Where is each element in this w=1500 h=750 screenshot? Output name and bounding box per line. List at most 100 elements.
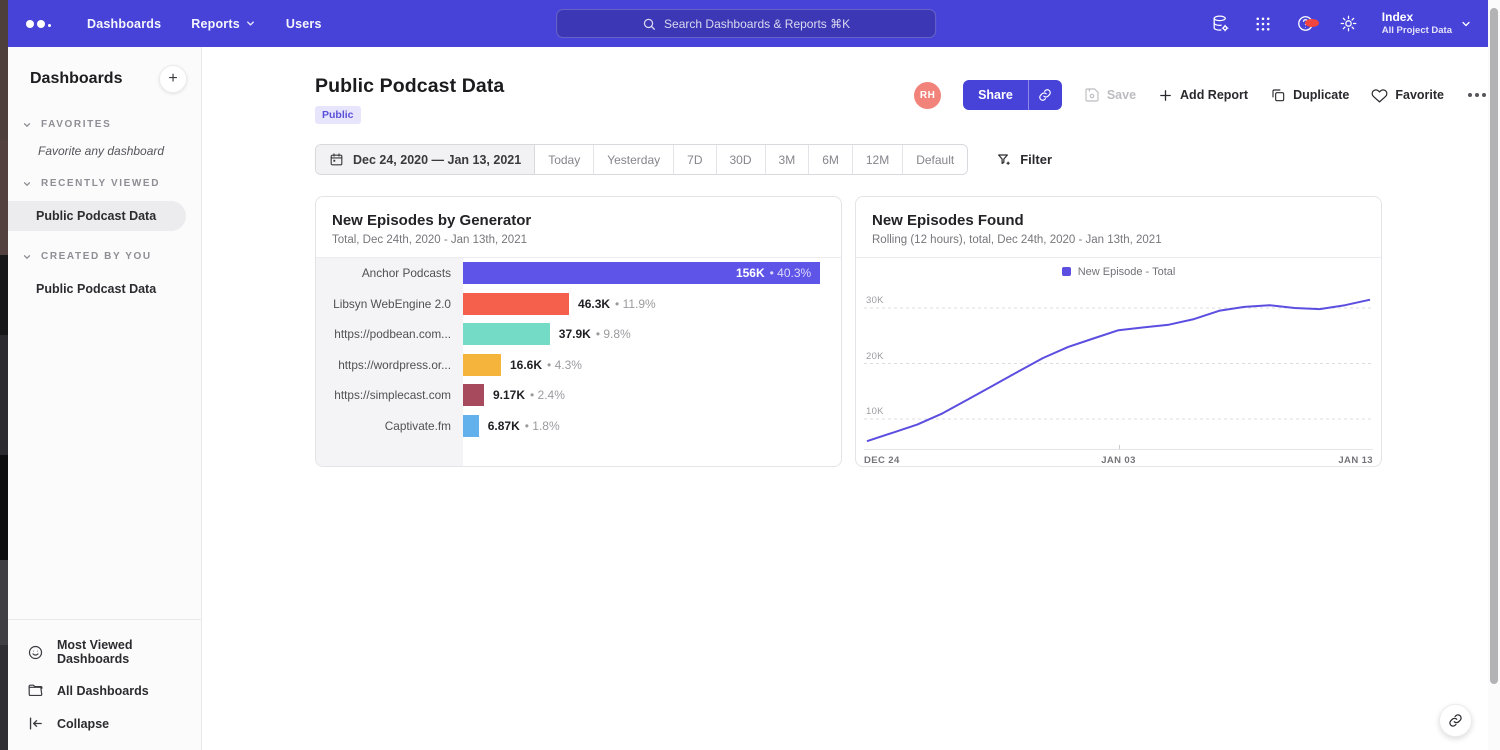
filter-button[interactable]: Filter	[996, 152, 1052, 168]
date-preset-today[interactable]: Today	[535, 145, 594, 174]
section-recently-viewed-toggle[interactable]: RECENTLY VIEWED	[8, 178, 201, 189]
bar-row: 46.3K• 11.9%	[463, 289, 841, 320]
avatar[interactable]: RH	[914, 82, 941, 109]
date-preset-default[interactable]: Default	[903, 145, 967, 174]
bar-segment[interactable]	[463, 354, 501, 376]
help-icon[interactable]	[1296, 14, 1315, 33]
section-favorites-toggle[interactable]: FAVORITES	[8, 119, 201, 130]
line-chart-title: New Episodes Found	[872, 212, 1365, 229]
save-icon	[1084, 87, 1100, 103]
bar-segment[interactable]	[463, 293, 569, 315]
duplicate-icon	[1270, 87, 1286, 103]
date-range-value: Dec 24, 2020 — Jan 13, 2021	[353, 153, 521, 167]
date-range-control: Dec 24, 2020 — Jan 13, 2021 TodayYesterd…	[315, 144, 968, 175]
date-preset-7d[interactable]: 7D	[674, 145, 716, 174]
nav-dashboards-label: Dashboards	[87, 17, 161, 31]
most-viewed-dashboards-label: Most Viewed Dashboards	[57, 638, 201, 666]
most-viewed-dashboards-button[interactable]: Most Viewed Dashboards	[8, 630, 201, 674]
bar-row: 9.17K• 2.4%	[463, 380, 841, 411]
scrollbar-thumb[interactable]	[1490, 8, 1498, 684]
search-icon	[642, 17, 656, 31]
bar-value-label: 156K• 40.3%	[736, 262, 811, 284]
project-name: Index	[1382, 10, 1452, 25]
bar-segment[interactable]	[463, 415, 479, 437]
bar-row: 156K• 40.3%	[463, 258, 841, 289]
add-report-button[interactable]: Add Report	[1158, 88, 1248, 103]
floating-link-button[interactable]	[1439, 704, 1472, 737]
date-preset-12m[interactable]: 12M	[853, 145, 903, 174]
bar-segment[interactable]	[463, 384, 484, 406]
settings-gear-icon[interactable]	[1339, 14, 1358, 33]
sidebar-item-public-podcast-data[interactable]: Public Podcast Data	[8, 274, 186, 304]
search-input[interactable]: Search Dashboards & Reports ⌘K	[556, 9, 936, 38]
duplicate-button[interactable]: Duplicate	[1270, 87, 1349, 103]
bar-segment[interactable]	[463, 323, 550, 345]
calendar-icon	[329, 152, 344, 167]
bar-category-label: Anchor Podcasts	[316, 258, 463, 289]
section-recently-viewed: RECENTLY VIEWED Public Podcast Data	[8, 178, 201, 231]
y-axis-label: 20K	[866, 351, 884, 362]
filter-label: Filter	[1020, 152, 1052, 167]
nav-users[interactable]: Users	[286, 17, 322, 31]
bar-chart-card: New Episodes by Generator Total, Dec 24t…	[315, 196, 842, 467]
save-label: Save	[1107, 88, 1136, 102]
copy-link-button[interactable]	[1028, 80, 1062, 110]
bar-category-label: Libsyn WebEngine 2.0	[316, 289, 463, 320]
bar-value-label: 37.9K• 9.8%	[559, 327, 631, 341]
bar-segment[interactable]: 156K• 40.3%	[463, 262, 820, 284]
share-button[interactable]: Share	[963, 80, 1062, 110]
data-management-icon[interactable]	[1211, 14, 1230, 33]
y-axis-label: 10K	[866, 406, 884, 417]
link-icon	[1448, 713, 1463, 728]
section-recently-viewed-label: RECENTLY VIEWED	[41, 178, 160, 189]
chevron-down-icon	[245, 18, 256, 29]
x-tick-jan03: JAN 03	[1101, 455, 1136, 466]
project-switcher[interactable]: Index All Project Data	[1382, 10, 1472, 37]
save-button[interactable]: Save	[1084, 87, 1136, 103]
apps-grid-icon[interactable]	[1254, 15, 1272, 33]
favorites-empty-text: Favorite any dashboard	[8, 130, 201, 158]
project-subtitle: All Project Data	[1382, 25, 1452, 37]
strip-block	[0, 0, 8, 140]
date-preset-30d[interactable]: 30D	[717, 145, 766, 174]
nav-users-label: Users	[286, 17, 322, 31]
smiley-icon	[27, 644, 44, 661]
section-created-by-you-toggle[interactable]: CREATED BY YOU	[8, 251, 201, 262]
mixpanel-logo[interactable]	[20, 20, 57, 28]
more-actions-button[interactable]	[1466, 89, 1488, 101]
favorite-button[interactable]: Favorite	[1371, 87, 1444, 104]
nav-reports[interactable]: Reports	[191, 17, 256, 31]
date-preset-6m[interactable]: 6M	[809, 145, 853, 174]
strip-block	[0, 645, 8, 750]
bar-chart-title: New Episodes by Generator	[332, 212, 825, 229]
date-range-picker[interactable]: Dec 24, 2020 — Jan 13, 2021	[316, 145, 535, 174]
chart-legend: New Episode - Total	[856, 261, 1381, 282]
date-preset-3m[interactable]: 3M	[766, 145, 810, 174]
all-dashboards-button[interactable]: All Dashboards	[8, 674, 201, 707]
search-placeholder: Search Dashboards & Reports ⌘K	[664, 17, 850, 31]
share-label[interactable]: Share	[963, 80, 1028, 110]
filter-funnel-icon	[996, 152, 1012, 168]
legend-swatch	[1062, 267, 1071, 276]
add-dashboard-button[interactable]: +	[159, 65, 187, 93]
chevron-down-icon	[22, 252, 32, 262]
date-preset-yesterday[interactable]: Yesterday	[594, 145, 674, 174]
bar-chart: Anchor PodcastsLibsyn WebEngine 2.0 https…	[316, 258, 841, 466]
line-series[interactable]	[867, 300, 1370, 442]
page-scrollbar[interactable]	[1488, 0, 1500, 750]
x-axis-labels: DEC 24 JAN 03 JAN 13	[856, 450, 1381, 466]
collapse-sidebar-button[interactable]: Collapse	[8, 707, 201, 740]
sidebar-footer: Most Viewed Dashboards All Dashboards Co…	[8, 619, 201, 750]
duplicate-label: Duplicate	[1293, 88, 1349, 102]
date-presets: TodayYesterday7D30D3M6M12MDefault	[535, 145, 967, 174]
sidebar-title: Dashboards	[30, 70, 122, 88]
bar-category-label: https://wordpress.or...	[316, 350, 463, 381]
nav-reports-label: Reports	[191, 17, 240, 31]
sidebar-item-public-podcast-data[interactable]: Public Podcast Data	[8, 201, 186, 231]
strip-block	[0, 140, 8, 255]
bar-value-label: 16.6K• 4.3%	[510, 358, 582, 372]
axis-tick	[1119, 445, 1120, 449]
section-created-by-you-label: CREATED BY YOU	[41, 251, 152, 262]
bar-value-label: 9.17K• 2.4%	[493, 388, 565, 402]
nav-dashboards[interactable]: Dashboards	[87, 17, 161, 31]
